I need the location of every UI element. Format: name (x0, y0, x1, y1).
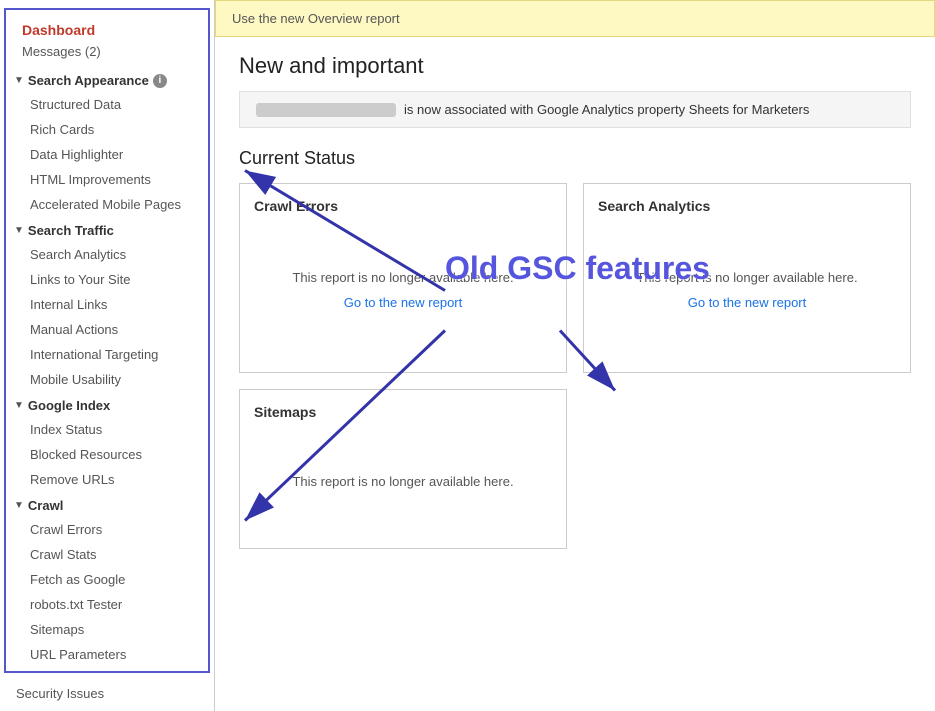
sidebar-item-accelerated-mobile[interactable]: Accelerated Mobile Pages (6, 192, 208, 217)
sidebar-item-manual-actions[interactable]: Manual Actions (6, 317, 208, 342)
crawl-errors-card-title: Crawl Errors (254, 198, 552, 214)
sidebar-item-crawl-stats[interactable]: Crawl Stats (6, 542, 208, 567)
search-analytics-new-report-link[interactable]: Go to the new report (688, 295, 807, 310)
sidebar-dashboard-link[interactable]: Dashboard (6, 14, 208, 42)
sidebar-item-remove-urls[interactable]: Remove URLs (6, 467, 208, 492)
info-icon[interactable]: i (153, 74, 167, 88)
sidebar-section-google-index[interactable]: ▼ Google Index (6, 392, 208, 417)
sidebar-item-blocked-resources[interactable]: Blocked Resources (6, 442, 208, 467)
crawl-errors-no-report: This report is no longer available here. (292, 270, 513, 285)
main-body: New and important is now associated with… (215, 37, 935, 565)
sidebar-item-data-highlighter[interactable]: Data Highlighter (6, 142, 208, 167)
sidebar-section-crawl[interactable]: ▼ Crawl (6, 492, 208, 517)
current-status-title: Current Status (239, 148, 911, 169)
sidebar-item-robots-tester[interactable]: robots.txt Tester (6, 592, 208, 617)
new-important-title: New and important (239, 53, 911, 79)
sidebar-item-security-issues[interactable]: Security Issues (0, 681, 214, 706)
sidebar-item-internal-links[interactable]: Internal Links (6, 292, 208, 317)
notification-bar: is now associated with Google Analytics … (239, 91, 911, 128)
chevron-down-icon: ▼ (14, 225, 24, 236)
blurred-domain (256, 103, 396, 117)
sidebar-messages-link[interactable]: Messages (2) (6, 42, 208, 67)
cards-grid: Crawl Errors This report is no longer av… (239, 183, 911, 373)
search-analytics-card: Search Analytics This report is no longe… (583, 183, 911, 373)
sidebar-item-international-targeting[interactable]: International Targeting (6, 342, 208, 367)
chevron-down-icon: ▼ (14, 500, 24, 511)
search-analytics-card-body: This report is no longer available here.… (598, 222, 896, 358)
sidebar-section-label: Search Traffic (28, 223, 114, 238)
sitemaps-card-title: Sitemaps (254, 404, 552, 420)
sidebar-item-html-improvements[interactable]: HTML Improvements (6, 167, 208, 192)
sidebar-item-rich-cards[interactable]: Rich Cards (6, 117, 208, 142)
sidebar-item-url-parameters[interactable]: URL Parameters (6, 642, 208, 667)
crawl-errors-card-body: This report is no longer available here.… (254, 222, 552, 358)
sidebar-section-label: Crawl (28, 498, 63, 513)
sidebar-item-crawl-errors[interactable]: Crawl Errors (6, 517, 208, 542)
sidebar-item-search-analytics[interactable]: Search Analytics (6, 242, 208, 267)
crawl-errors-card: Crawl Errors This report is no longer av… (239, 183, 567, 373)
sidebar-section-label: Google Index (28, 398, 110, 413)
sidebar-item-web-tools[interactable]: Web Tools (0, 706, 214, 711)
sidebar-item-structured-data[interactable]: Structured Data (6, 92, 208, 117)
sidebar-item-index-status[interactable]: Index Status (6, 417, 208, 442)
chevron-down-icon: ▼ (14, 400, 24, 411)
sidebar-section-search-traffic[interactable]: ▼ Search Traffic (6, 217, 208, 242)
chevron-down-icon: ▼ (14, 75, 24, 86)
notification-text: is now associated with Google Analytics … (404, 102, 809, 117)
sidebar-section-label: Search Appearance (28, 73, 149, 88)
sidebar-item-mobile-usability[interactable]: Mobile Usability (6, 367, 208, 392)
search-analytics-card-title: Search Analytics (598, 198, 896, 214)
overview-banner: Use the new Overview report (215, 0, 935, 37)
sidebar-section-search-appearance[interactable]: ▼ Search Appearance i (6, 67, 208, 92)
sidebar-item-fetch-as-google[interactable]: Fetch as Google (6, 567, 208, 592)
banner-text: Use the new Overview report (232, 11, 400, 26)
sitemaps-card-body: This report is no longer available here. (254, 428, 552, 534)
sitemaps-no-report: This report is no longer available here. (292, 474, 513, 489)
sidebar: Dashboard Messages (2) ▼ Search Appearan… (0, 0, 215, 711)
crawl-errors-new-report-link[interactable]: Go to the new report (344, 295, 463, 310)
sidebar-item-sitemaps[interactable]: Sitemaps (6, 617, 208, 642)
main-content-area: Use the new Overview report New and impo… (215, 0, 935, 711)
sitemaps-card: Sitemaps This report is no longer availa… (239, 389, 567, 549)
sidebar-item-links-to-site[interactable]: Links to Your Site (6, 267, 208, 292)
search-analytics-no-report: This report is no longer available here. (636, 270, 857, 285)
